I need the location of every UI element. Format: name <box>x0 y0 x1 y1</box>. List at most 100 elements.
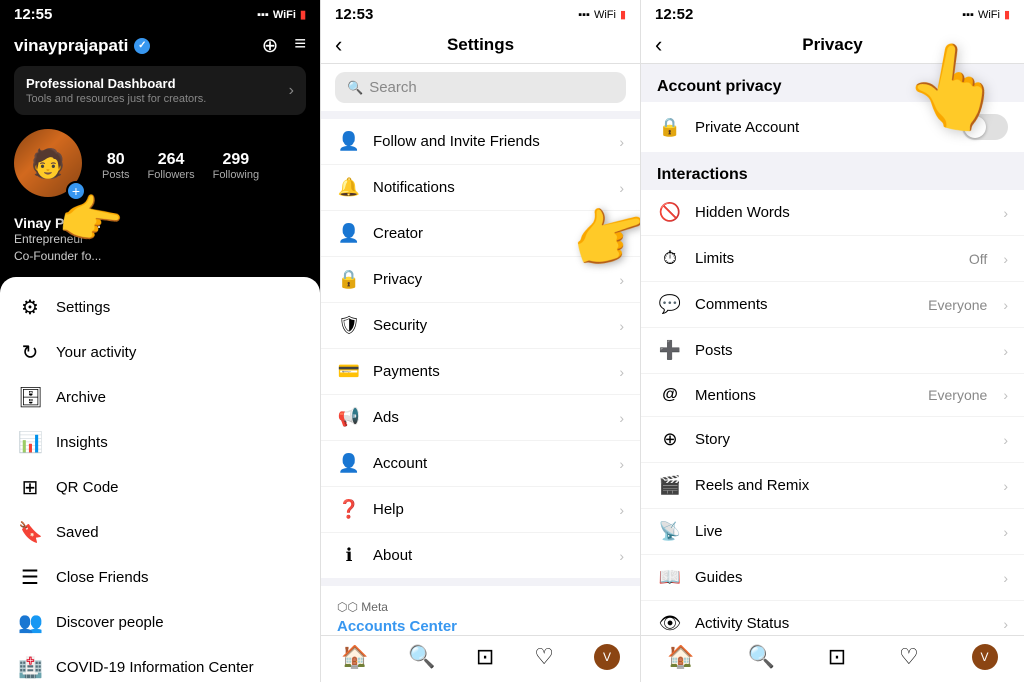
add-post-icon[interactable]: ⊕ <box>262 33 279 58</box>
search-icon-3[interactable]: 🔍 <box>748 644 775 670</box>
settings-item-help[interactable]: ❓ Help › <box>321 487 640 533</box>
wifi-icon-2: WiFi <box>594 9 616 21</box>
story-label: Story <box>695 431 991 448</box>
chevron-account: › <box>619 456 624 472</box>
privacy-label: Privacy <box>373 271 607 288</box>
back-button-privacy[interactable]: ‹ <box>655 32 662 58</box>
chevron-hidden-words: › <box>1003 205 1008 221</box>
menu-item-archive[interactable]: 🗄 Archive <box>0 375 320 420</box>
search-bar[interactable]: 🔍 Search <box>335 72 626 103</box>
settings-item-about[interactable]: ℹ About › <box>321 533 640 578</box>
saved-icon: 🔖 <box>18 520 42 545</box>
menu-item-your-activity[interactable]: ↻ Your activity <box>0 330 320 375</box>
chevron-security: › <box>619 318 624 334</box>
profile-avatar-icon-3[interactable]: V <box>972 644 998 670</box>
search-icon-2[interactable]: 🔍 <box>408 644 435 670</box>
limits-icon: ⏱ <box>657 248 683 269</box>
battery-icon-3: ▮ <box>1004 8 1010 21</box>
close-friends-label: Close Friends <box>56 569 149 586</box>
heart-icon-2[interactable]: ♡ <box>534 644 554 670</box>
security-icon: 🛡 <box>337 315 361 336</box>
comments-item[interactable]: 💬 Comments Everyone › <box>641 282 1024 328</box>
help-label: Help <box>373 501 607 518</box>
time-2: 12:53 <box>335 6 373 23</box>
menu-item-covid[interactable]: 🏥 COVID-19 Information Center <box>0 645 320 682</box>
chevron-follow: › <box>619 134 624 150</box>
back-button-settings[interactable]: ‹ <box>335 32 342 58</box>
settings-item-payments[interactable]: 💳 Payments › <box>321 349 640 395</box>
close-friends-icon: ☰ <box>18 565 42 590</box>
reels-icon: 🎬 <box>657 475 683 496</box>
home-icon-3[interactable]: 🏠 <box>667 644 694 670</box>
settings-section-main: 👤 Follow and Invite Friends › 🔔 Notifica… <box>321 119 640 578</box>
activity-label: Your activity <box>56 344 136 361</box>
posts-label: Posts <box>695 342 991 359</box>
menu-item-insights[interactable]: 📊 Insights <box>0 420 320 465</box>
chevron-limits: › <box>1003 251 1008 267</box>
story-item[interactable]: ⊕ Story › <box>641 417 1024 463</box>
heart-icon-3[interactable]: ♡ <box>899 644 919 670</box>
settings-item-account[interactable]: 👤 Account › <box>321 441 640 487</box>
live-item[interactable]: 📡 Live › <box>641 509 1024 555</box>
lock-icon: 🔒 <box>657 117 683 138</box>
chevron-mentions: › <box>1003 387 1008 403</box>
menu-item-qr-code[interactable]: ⊞ QR Code <box>0 465 320 510</box>
followers-count: 264 <box>148 151 195 169</box>
status-icons-2: ▪▪▪ WiFi ▮ <box>578 8 626 21</box>
username-row: vinayprajapati ✓ <box>14 36 150 56</box>
guides-item[interactable]: 📖 Guides › <box>641 555 1024 601</box>
activity-status-item[interactable]: 👁 Activity Status › <box>641 601 1024 635</box>
menu-item-saved[interactable]: 🔖 Saved <box>0 510 320 555</box>
chevron-activity-status: › <box>1003 616 1008 632</box>
guides-label: Guides <box>695 569 991 586</box>
posts-stat: 80 Posts <box>102 151 130 181</box>
archive-label: Archive <box>56 389 106 406</box>
prof-title: Professional Dashboard <box>26 76 206 91</box>
chevron-ads: › <box>619 410 624 426</box>
search-container: 🔍 Search <box>321 64 640 111</box>
signal-icon-3: ▪▪▪ <box>962 9 974 21</box>
menu-hamburger-icon[interactable]: ≡ <box>294 33 306 58</box>
story-icon: ⊕ <box>657 429 683 450</box>
settings-item-security[interactable]: 🛡 Security › <box>321 303 640 349</box>
battery-icon-2: ▮ <box>620 8 626 21</box>
hand-pointer-right-emoji: 👆 <box>897 32 1011 142</box>
reels-icon-2[interactable]: ⊡ <box>476 644 494 670</box>
limits-item[interactable]: ⏱ Limits Off › <box>641 236 1024 282</box>
chevron-about: › <box>619 548 624 564</box>
prof-chevron-icon: › <box>289 82 294 100</box>
posts-item[interactable]: ➕ Posts › <box>641 328 1024 374</box>
settings-icon: ⚙ <box>18 295 42 320</box>
hidden-words-item[interactable]: 🚫 Hidden Words › <box>641 190 1024 236</box>
menu-item-close-friends[interactable]: ☰ Close Friends <box>0 555 320 600</box>
home-icon-2[interactable]: 🏠 <box>341 644 368 670</box>
privacy-list: Account privacy 🔒 Private Account Intera… <box>641 64 1024 635</box>
hidden-words-label: Hidden Words <box>695 204 991 221</box>
chevron-privacy: › <box>619 272 624 288</box>
chevron-notifications: › <box>619 180 624 196</box>
bottom-nav-2: 🏠 🔍 ⊡ ♡ V <box>321 635 640 682</box>
chevron-payments: › <box>619 364 624 380</box>
qr-label: QR Code <box>56 479 119 496</box>
professional-dashboard-banner[interactable]: Professional Dashboard Tools and resourc… <box>14 66 306 115</box>
accounts-center-link[interactable]: Accounts Center <box>337 618 624 635</box>
mentions-item[interactable]: @ Mentions Everyone › <box>641 374 1024 417</box>
chevron-story: › <box>1003 432 1008 448</box>
discover-icon: 👥 <box>18 610 42 635</box>
signal-icon-2: ▪▪▪ <box>578 9 590 21</box>
settings-item-follow[interactable]: 👤 Follow and Invite Friends › <box>321 119 640 165</box>
reels-item[interactable]: 🎬 Reels and Remix › <box>641 463 1024 509</box>
reels-icon-3[interactable]: ⊡ <box>828 644 846 670</box>
settings-item-ads[interactable]: 📢 Ads › <box>321 395 640 441</box>
menu-item-settings[interactable]: ⚙ Settings <box>0 285 320 330</box>
creator-icon: 👤 <box>337 223 361 244</box>
stats-row: 80 Posts 264 Followers 299 Following <box>102 151 259 181</box>
menu-item-discover[interactable]: 👥 Discover people <box>0 600 320 645</box>
settings-title: Settings <box>447 35 514 55</box>
settings-list: 👤 Follow and Invite Friends › 🔔 Notifica… <box>321 111 640 635</box>
follow-label: Follow and Invite Friends <box>373 133 607 150</box>
profile-avatar-icon-2[interactable]: V <box>594 644 620 670</box>
account-label: Account <box>373 455 607 472</box>
wifi-icon: WiFi <box>273 9 296 21</box>
search-placeholder: Search <box>369 79 417 96</box>
